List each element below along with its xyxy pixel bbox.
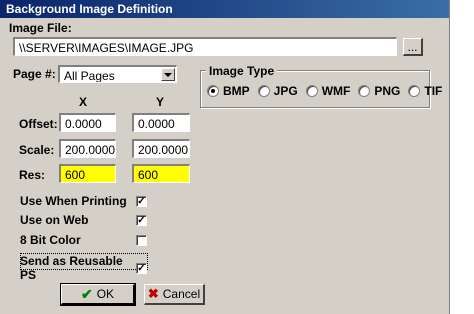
radio-jpg[interactable]: JPG (257, 84, 298, 98)
checkbox-checked-icon[interactable]: ✓ (136, 195, 147, 207)
res-y-input[interactable]: 600 (132, 164, 190, 183)
scale-y-input[interactable]: 200.0000 (132, 139, 190, 158)
radio-label: TIF (424, 84, 443, 98)
ok-button-label: OK (96, 287, 115, 301)
page-label: Page #: (13, 67, 56, 81)
checkbox-checked-icon[interactable]: ✓ (136, 262, 147, 274)
radio-icon (257, 85, 270, 97)
checkbox-unchecked-icon[interactable] (136, 234, 147, 246)
page-select-value: All Pages (64, 69, 115, 83)
image-type-title: Image Type (206, 64, 278, 78)
chevron-down-icon[interactable] (161, 68, 175, 81)
y-header: Y (156, 95, 165, 109)
option-use-when-printing[interactable]: Use When Printing ✓ (20, 194, 147, 208)
radio-tif[interactable]: TIF (408, 84, 442, 98)
scale-x-input[interactable]: 200.0000 (59, 139, 116, 158)
option-8-bit-color[interactable]: 8 Bit Color (20, 233, 147, 247)
close-icon: ✖ (147, 286, 159, 301)
checkbox-checked-icon[interactable]: ✓ (136, 214, 147, 226)
option-send-as-reusable-ps[interactable]: Send as Reusable PS ✓ (20, 254, 147, 282)
offset-x-input[interactable]: 0.0000 (59, 113, 116, 132)
window-title: Background Image Definition (6, 2, 173, 16)
radio-png[interactable]: PNG (358, 84, 400, 98)
x-header: X (79, 95, 88, 109)
radio-label: JPG (273, 84, 298, 98)
background-area (450, 0, 474, 314)
image-file-label: Image File: (9, 21, 72, 35)
browse-button[interactable]: ... (403, 38, 423, 56)
offset-label: Offset: (19, 117, 58, 131)
radio-icon (305, 85, 318, 97)
dialog-window: Background Image Definition Image File: … (0, 0, 450, 314)
page-select[interactable]: All Pages (58, 65, 177, 83)
res-x-input[interactable]: 600 (59, 164, 116, 183)
res-label: Res: (19, 168, 46, 182)
ok-button[interactable]: ✔ OK (60, 283, 136, 306)
cancel-button-label: Cancel (162, 287, 201, 301)
option-label: 8 Bit Color (20, 233, 81, 247)
image-file-input[interactable]: \\SERVER\IMAGES\IMAGE.JPG (13, 37, 397, 56)
option-use-on-web[interactable]: Use on Web ✓ (20, 213, 147, 227)
radio-bmp[interactable]: BMP (207, 84, 250, 98)
option-label: Send as Reusable PS (20, 254, 123, 282)
radio-icon (408, 85, 421, 97)
offset-y-input[interactable]: 0.0000 (132, 113, 190, 132)
checkmark-icon: ✔ (80, 285, 93, 302)
cancel-button[interactable]: ✖ Cancel (144, 284, 205, 305)
title-bar[interactable]: Background Image Definition (0, 0, 449, 18)
option-label: Use When Printing (20, 194, 127, 208)
browse-button-label: ... (407, 39, 418, 54)
radio-label: WMF (321, 84, 351, 98)
image-type-radios: BMP JPG WMF PNG TIF (207, 84, 450, 98)
radio-label: BMP (223, 84, 250, 98)
radio-selected-icon (207, 85, 219, 97)
radio-icon (358, 85, 371, 97)
option-label: Use on Web (20, 213, 89, 227)
scale-label: Scale: (19, 143, 55, 157)
radio-wmf[interactable]: WMF (305, 84, 351, 98)
radio-label: PNG (374, 84, 401, 98)
